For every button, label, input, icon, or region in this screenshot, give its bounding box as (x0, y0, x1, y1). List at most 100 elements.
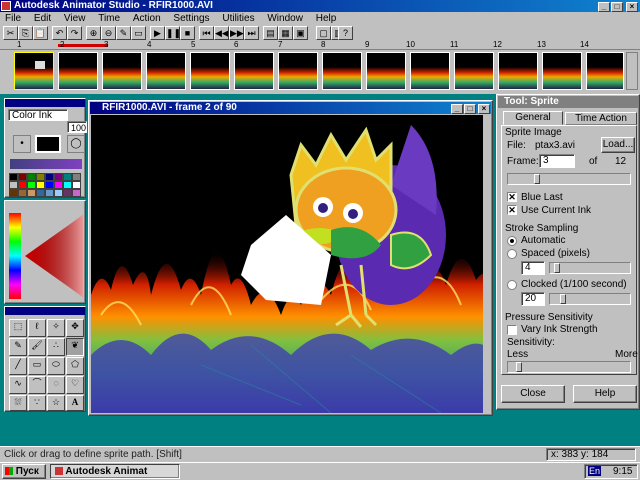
scene-icon[interactable]: ▣ (293, 26, 308, 40)
first-frame-icon[interactable]: ⏮ (199, 26, 214, 40)
help-icon[interactable]: ? (338, 26, 353, 40)
frame-thumbnail[interactable] (586, 52, 624, 90)
minimize-icon[interactable]: _ (451, 104, 463, 114)
palette-swatch[interactable] (18, 173, 27, 181)
palette-swatch[interactable] (18, 189, 27, 197)
frame-thumbnail[interactable] (410, 52, 450, 90)
pause-icon[interactable]: ❚❚ (165, 26, 180, 40)
palette-swatch[interactable] (72, 189, 81, 197)
tab-general[interactable]: General (503, 111, 563, 125)
copy-icon[interactable]: ⎘ (18, 26, 33, 40)
close-icon[interactable]: × (626, 2, 638, 12)
palette-swatch[interactable] (36, 189, 45, 197)
help-button[interactable]: Help (573, 385, 637, 403)
frame-thumbnail[interactable] (146, 52, 186, 90)
cut-icon[interactable]: ✂ (3, 26, 18, 40)
pencil-icon[interactable]: ✎ (9, 338, 27, 356)
frame-slider[interactable] (507, 173, 631, 185)
frame-thumbnail[interactable] (278, 52, 318, 90)
fill-icon[interactable]: ⛆ (9, 395, 27, 411)
frame-thumbnail[interactable] (454, 52, 494, 90)
palette-swatch[interactable] (45, 173, 54, 181)
palette-swatch[interactable] (27, 181, 36, 189)
frame-thumbnail[interactable] (190, 52, 230, 90)
polygon-icon[interactable]: ⬠ (66, 357, 84, 375)
text-tool-icon[interactable]: A (66, 395, 84, 411)
monitor-icon[interactable]: ▢ (316, 26, 331, 40)
menu-action[interactable]: Action (128, 12, 166, 26)
spaced-radio[interactable] (507, 249, 517, 259)
line-icon[interactable]: ╱ (9, 357, 27, 375)
shape-icon[interactable]: ♡ (66, 376, 84, 394)
blue-last-checkbox[interactable]: ✕ (507, 192, 517, 202)
app-title-bar[interactable]: Autodesk Animator Studio - RFIR1000.AVI … (0, 0, 640, 12)
palette-swatch[interactable] (54, 173, 63, 181)
sensitivity-slider-thumb[interactable] (516, 362, 522, 372)
hue-strip[interactable] (9, 213, 21, 299)
airbrush-icon[interactable]: ∴ (47, 338, 65, 356)
ink-size-field[interactable]: 100 (67, 121, 87, 133)
ink-gradient-bar[interactable] (10, 159, 82, 169)
palette-swatch[interactable] (36, 181, 45, 189)
grid-icon[interactable]: ▦ (278, 26, 293, 40)
palette-swatch[interactable] (54, 189, 63, 197)
menu-utilities[interactable]: Utilities (217, 12, 259, 26)
language-indicator[interactable]: En (588, 466, 602, 476)
sensitivity-slider[interactable] (507, 361, 631, 373)
palette-swatch[interactable] (72, 181, 81, 189)
clocked-slider-thumb[interactable] (560, 294, 566, 304)
magic-wand-icon[interactable]: ✧ (47, 319, 65, 337)
step-icon[interactable]: ▶▶ (229, 26, 244, 40)
canvas-title-bar[interactable]: RFIR1000.AVI - frame 2 of 90 _ □ × (90, 102, 491, 114)
frame-field[interactable]: 3 (539, 154, 575, 168)
maximize-icon[interactable]: □ (464, 104, 476, 114)
minimize-icon[interactable]: _ (598, 2, 610, 12)
frame-thumbnail[interactable] (498, 52, 538, 90)
frame-slider-thumb[interactable] (534, 174, 540, 184)
frame-icon[interactable]: ▭ (131, 26, 146, 40)
animation-canvas[interactable] (91, 115, 491, 413)
palette-swatch[interactable] (63, 173, 72, 181)
palette-swatch[interactable] (18, 181, 27, 189)
select-rect-icon[interactable]: ⬚ (9, 319, 27, 337)
frame-thumbnail[interactable] (322, 52, 362, 90)
frame-thumbnail[interactable] (542, 52, 582, 90)
palette-swatch[interactable] (9, 189, 18, 197)
undo-icon[interactable]: ↶ (52, 26, 67, 40)
curve-icon[interactable]: ∿ (9, 376, 27, 394)
rewind-icon[interactable]: ◀◀ (214, 26, 229, 40)
lasso-icon[interactable]: ℓ (28, 319, 46, 337)
palette-swatch[interactable] (45, 181, 54, 189)
rectangle-icon[interactable]: ▭ (28, 357, 46, 375)
loop-icon[interactable]: ◯ (67, 135, 85, 153)
zoom-in-icon[interactable]: ⊕ (86, 26, 101, 40)
color-triangle[interactable] (23, 213, 85, 299)
palette-swatch[interactable] (36, 173, 45, 181)
move-icon[interactable]: ✥ (66, 319, 84, 337)
frame-thumbnail[interactable] (366, 52, 406, 90)
palette-swatch[interactable] (45, 189, 54, 197)
menu-settings[interactable]: Settings (168, 12, 214, 26)
last-frame-icon[interactable]: ⏭ (244, 26, 259, 40)
ink-select[interactable]: Color Ink (8, 109, 68, 121)
frame-thumbnail[interactable] (58, 52, 98, 90)
frame-thumbnail[interactable] (234, 52, 274, 90)
clocked-slider[interactable] (549, 293, 631, 305)
spaced-slider[interactable] (549, 262, 631, 274)
palette-swatch[interactable] (27, 189, 36, 197)
brush-icon[interactable]: 🖌 (28, 338, 46, 356)
close-icon[interactable]: × (478, 104, 490, 114)
canvas-vscroll[interactable] (483, 115, 491, 413)
palette-swatch[interactable] (63, 181, 72, 189)
menu-time[interactable]: Time (93, 12, 125, 26)
blob-icon[interactable]: ◌ (47, 376, 65, 394)
color-swatch[interactable] (35, 135, 61, 153)
filmstrip[interactable] (0, 50, 640, 94)
taskbar-app-button[interactable]: Autodesk Animat (50, 464, 180, 479)
color-palette[interactable] (9, 173, 83, 197)
clocked-radio[interactable] (507, 280, 517, 290)
palette-swatch[interactable] (63, 189, 72, 197)
freeform-icon[interactable]: ⌒ (28, 376, 46, 394)
menu-file[interactable]: File (0, 12, 26, 26)
brush-dot-icon[interactable]: • (13, 135, 31, 153)
